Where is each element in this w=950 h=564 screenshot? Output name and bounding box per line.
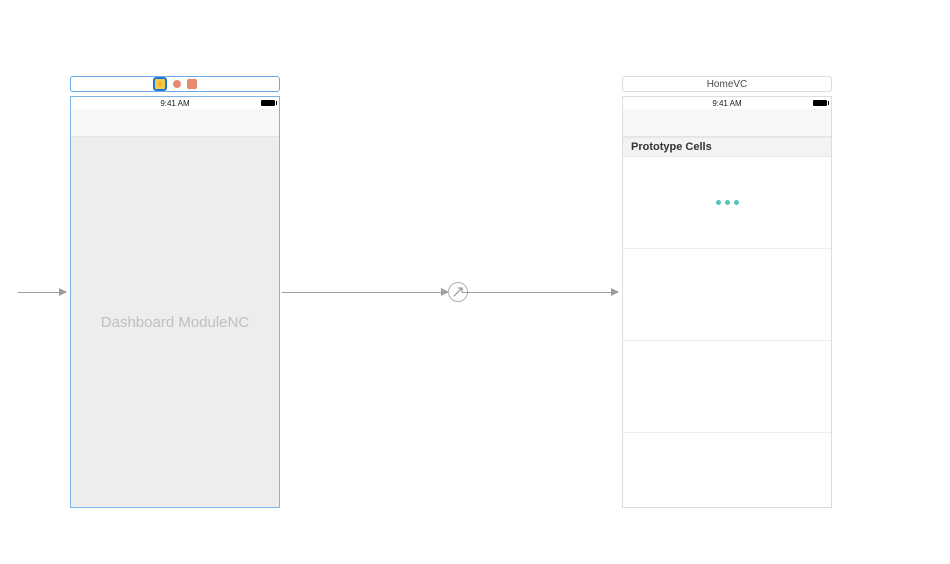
storyboard-entry-arrow[interactable] xyxy=(18,292,66,293)
section-header-label: Prototype Cells xyxy=(631,141,712,153)
phone-frame[interactable]: 9:41 AM Dashboard ModuleNC xyxy=(70,96,280,508)
table-cell[interactable] xyxy=(623,249,831,341)
scene-icon-navcontroller xyxy=(153,77,167,91)
status-time: 9:41 AM xyxy=(712,99,741,108)
navigation-bar xyxy=(71,109,279,137)
placeholder-label: Dashboard ModuleNC xyxy=(101,314,249,331)
scene-title-chips xyxy=(153,77,197,91)
status-bar: 9:41 AM xyxy=(623,97,831,109)
table-cell[interactable] xyxy=(623,341,831,433)
scene-navigation-controller[interactable]: 9:41 AM Dashboard ModuleNC xyxy=(70,76,280,508)
status-bar: 9:41 AM xyxy=(71,97,279,109)
battery-icon xyxy=(261,100,275,106)
scene-home-vc[interactable]: HomeVC 9:41 AM Prototype Cells xyxy=(622,76,832,508)
scene-icon-exit xyxy=(187,79,197,89)
navcontroller-body: Dashboard ModuleNC xyxy=(71,137,279,507)
prototype-cells-header: Prototype Cells xyxy=(623,137,831,157)
scene-title-label: HomeVC xyxy=(707,79,748,90)
loading-dots-icon xyxy=(716,200,739,205)
scene-title-bar[interactable]: HomeVC xyxy=(622,76,832,92)
phone-frame[interactable]: 9:41 AM Prototype Cells xyxy=(622,96,832,508)
status-time: 9:41 AM xyxy=(160,99,189,108)
navigation-bar xyxy=(623,109,831,137)
segue-line-right[interactable] xyxy=(462,292,618,293)
table-empty-area xyxy=(623,433,831,507)
table-view[interactable]: Prototype Cells xyxy=(623,137,831,507)
table-cell[interactable] xyxy=(623,157,831,249)
scene-title-bar[interactable] xyxy=(70,76,280,92)
segue-line-left[interactable] xyxy=(282,292,448,293)
scene-icon-firstresponder xyxy=(173,80,181,88)
battery-icon xyxy=(813,100,827,106)
